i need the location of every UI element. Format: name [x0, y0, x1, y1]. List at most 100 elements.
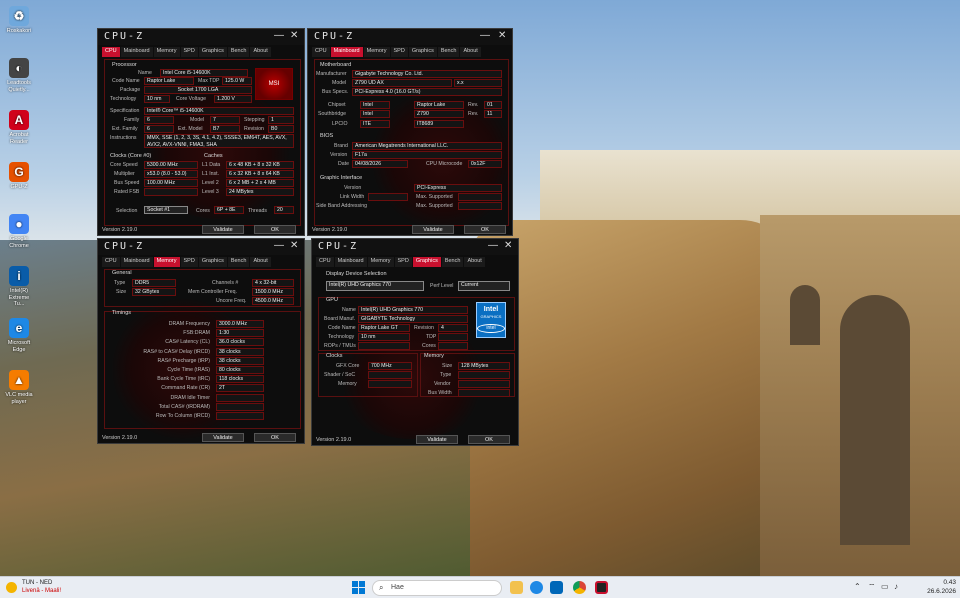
- cpuz-window-graphics[interactable]: CPU-Z — ✕ CPU Mainboard Memory SPD Graphics B…: [311, 238, 519, 446]
- socket-select[interactable]: Socket #1: [144, 206, 188, 214]
- tab-cpu[interactable]: CPU: [102, 257, 120, 267]
- app-icon: ◐: [9, 58, 29, 78]
- bios-version: F17a: [352, 151, 502, 159]
- wallpaper-bridge: [760, 215, 960, 580]
- desktop-icon[interactable]: G GPU-Z: [4, 162, 34, 191]
- validate-button[interactable]: Validate: [202, 433, 244, 442]
- tab-mainboard[interactable]: Mainboard: [120, 257, 153, 267]
- desktop-icon[interactable]: e Microsoft Edge: [4, 318, 34, 353]
- app-icon: ●: [9, 214, 29, 234]
- display-icon[interactable]: ▭: [881, 582, 889, 591]
- weather-widget[interactable]: TUN - NED Livenä - Maali!: [6, 579, 86, 597]
- tab-bench[interactable]: Bench: [437, 47, 460, 57]
- tab-memory[interactable]: Memory: [367, 257, 394, 267]
- chipset-name: Raptor Lake: [414, 101, 464, 109]
- start-button[interactable]: [352, 581, 365, 594]
- tab-about[interactable]: About: [250, 257, 271, 267]
- clock-date[interactable]: 26.6.2026: [912, 588, 956, 595]
- gpu-technology: 10 nm: [358, 333, 410, 341]
- store-icon[interactable]: [550, 581, 563, 594]
- desktop-icon[interactable]: A Acrobat Reader: [4, 110, 34, 145]
- desktop-icon[interactable]: ◐ Leadtools Quietly...: [4, 58, 34, 93]
- tab-bar: CPU Mainboard Memory SPD Graphics Bench About: [98, 255, 304, 267]
- cpuz-window-memory[interactable]: CPU-Z — ✕ CPU Mainboard Memory SPD Graphics B…: [97, 238, 305, 444]
- edge-icon[interactable]: [530, 581, 543, 594]
- tab-graphics[interactable]: Graphics: [408, 47, 437, 57]
- gpu-tdp: [438, 333, 468, 341]
- search-box[interactable]: ⌕ Hae: [372, 580, 502, 596]
- minimize-button[interactable]: —: [274, 240, 284, 251]
- tab-memory[interactable]: Memory: [153, 257, 180, 267]
- minimize-button[interactable]: —: [274, 30, 284, 41]
- timing-value: 3000.0 MHz: [216, 320, 264, 328]
- minimize-button[interactable]: —: [480, 30, 490, 41]
- tab-about[interactable]: About: [464, 257, 485, 267]
- app-icon: A: [9, 110, 29, 130]
- tab-graphics[interactable]: Graphics: [198, 47, 227, 57]
- cpu-threads: 20: [274, 206, 294, 214]
- cpu-voltage: 1.200 V: [214, 95, 252, 103]
- app-icon: ▲: [9, 370, 29, 390]
- tab-cpu[interactable]: CPU: [316, 257, 334, 267]
- cpuz-window-cpu[interactable]: CPU-Z — ✕ CPU Mainboard Memory SPD Graphics B…: [97, 28, 305, 236]
- chrome-icon[interactable]: [573, 581, 586, 594]
- chevron-up-icon[interactable]: ⌃: [854, 582, 861, 591]
- tab-spd[interactable]: SPD: [180, 257, 198, 267]
- tab-about[interactable]: About: [250, 47, 271, 57]
- tab-spd[interactable]: SPD: [390, 47, 408, 57]
- group-gpu: GPU: [326, 297, 338, 303]
- perf-level-select[interactable]: Current: [458, 281, 510, 291]
- mem-size: 32 GBytes: [132, 288, 176, 296]
- tab-bench[interactable]: Bench: [227, 47, 250, 57]
- window-title: CPU-Z: [104, 31, 145, 42]
- ok-button[interactable]: OK: [464, 225, 506, 234]
- gpu-mem-size: 128 MBytes: [458, 362, 510, 370]
- volume-icon[interactable]: ♪: [894, 582, 898, 591]
- gpu-gfx-clock: 700 MHz: [368, 362, 412, 370]
- minimize-button[interactable]: —: [488, 240, 498, 251]
- cpu-revision: B0: [268, 125, 294, 133]
- network-icon[interactable]: ⌔: [868, 582, 876, 592]
- tab-about[interactable]: About: [460, 47, 481, 57]
- ok-button[interactable]: OK: [254, 225, 296, 234]
- tab-cpu[interactable]: CPU: [312, 47, 330, 57]
- close-button[interactable]: ✕: [290, 30, 298, 41]
- cpuz-taskbar-icon[interactable]: [595, 581, 608, 594]
- tab-mainboard[interactable]: Mainboard: [330, 47, 363, 57]
- cpu-microcode: 0x12F: [468, 160, 502, 168]
- desktop-icon-label: Microsoft Edge: [7, 340, 31, 353]
- desktop-icon-label: VLC media player: [5, 392, 33, 405]
- validate-button[interactable]: Validate: [416, 435, 458, 444]
- tab-mainboard[interactable]: Mainboard: [334, 257, 367, 267]
- close-button[interactable]: ✕: [498, 30, 506, 41]
- display-device-select[interactable]: Intel(R) UHD Graphics 770: [326, 281, 424, 291]
- clock-time[interactable]: 0.43: [912, 579, 956, 586]
- close-button[interactable]: ✕: [290, 240, 298, 251]
- close-button[interactable]: ✕: [504, 240, 512, 251]
- desktop-icon[interactable]: i Intel(R) Extreme Tu...: [4, 266, 34, 308]
- mem-uncore-freq: 4500.0 MHz: [252, 297, 294, 305]
- tab-mainboard[interactable]: Mainboard: [120, 47, 153, 57]
- cpu-stepping: 1: [268, 116, 294, 124]
- cpuz-window-mainboard[interactable]: CPU-Z — ✕ CPU Mainboard Memory SPD Graphics B…: [307, 28, 513, 236]
- chipset-vendor: Intel: [360, 101, 390, 109]
- desktop-icon-label: Intel(R) Extreme Tu...: [8, 288, 30, 307]
- tab-bench[interactable]: Bench: [441, 257, 464, 267]
- tab-bench[interactable]: Bench: [227, 257, 250, 267]
- desktop-icon[interactable]: ● Google Chrome: [4, 214, 34, 249]
- tab-memory[interactable]: Memory: [363, 47, 390, 57]
- validate-button[interactable]: Validate: [412, 225, 454, 234]
- tab-graphics[interactable]: Graphics: [198, 257, 227, 267]
- gpu-shader-clock: [368, 371, 412, 379]
- ok-button[interactable]: OK: [254, 433, 296, 442]
- tab-cpu[interactable]: CPU: [102, 47, 120, 57]
- tab-graphics[interactable]: Graphics: [412, 257, 441, 267]
- file-explorer-icon[interactable]: [510, 581, 523, 594]
- tab-memory[interactable]: Memory: [153, 47, 180, 57]
- ok-button[interactable]: OK: [468, 435, 510, 444]
- desktop-icon[interactable]: ♻ Roskakori: [4, 6, 34, 35]
- tab-spd[interactable]: SPD: [394, 257, 412, 267]
- desktop-icon[interactable]: ▲ VLC media player: [4, 370, 34, 405]
- validate-button[interactable]: Validate: [202, 225, 244, 234]
- tab-spd[interactable]: SPD: [180, 47, 198, 57]
